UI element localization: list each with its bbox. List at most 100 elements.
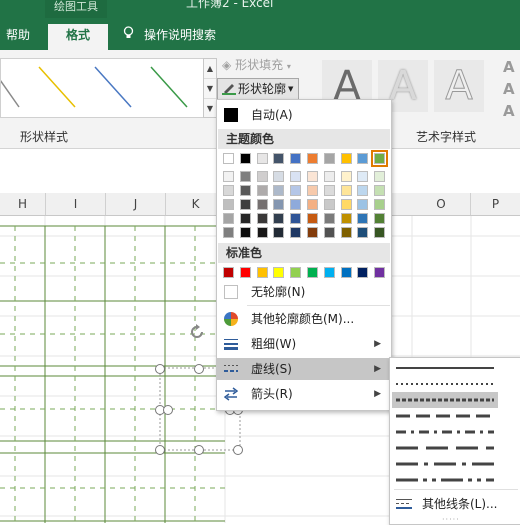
color-swatch[interactable] <box>323 171 335 182</box>
dash-option-long-dash-dot-dot[interactable] <box>392 472 498 488</box>
menu-item-automatic[interactable]: 自动(A) <box>217 104 391 126</box>
color-swatch[interactable] <box>357 267 369 278</box>
color-swatch[interactable] <box>340 199 352 210</box>
tab-help[interactable]: 帮助 <box>6 24 30 50</box>
text-effects-icon[interactable]: A <box>503 102 515 120</box>
color-swatch[interactable] <box>223 171 234 182</box>
menu-item-weight[interactable]: 粗细(W) ▶ <box>217 333 391 355</box>
color-swatch[interactable] <box>223 213 234 224</box>
gallery-up-icon[interactable]: ▲ <box>204 59 216 79</box>
color-swatch[interactable] <box>290 153 302 164</box>
menu-item-dashes[interactable]: 虚线(S) ▶ <box>217 358 391 380</box>
color-swatch[interactable] <box>307 213 318 224</box>
color-swatch[interactable] <box>323 199 335 210</box>
text-outline-icon[interactable]: A <box>503 80 515 98</box>
shape-style-gallery[interactable] <box>0 58 205 118</box>
color-swatch[interactable] <box>256 213 268 224</box>
color-swatch[interactable] <box>374 199 386 210</box>
color-swatch[interactable] <box>239 153 251 164</box>
color-swatch[interactable] <box>307 185 318 196</box>
color-swatch[interactable] <box>307 199 318 210</box>
color-swatch[interactable] <box>374 213 386 224</box>
color-swatch[interactable] <box>273 153 285 164</box>
dash-option-square-dot[interactable] <box>392 392 498 408</box>
rotate-handle-icon[interactable] <box>188 323 206 341</box>
color-swatch[interactable] <box>357 171 369 182</box>
color-swatch[interactable] <box>290 199 302 210</box>
color-swatch[interactable] <box>239 199 251 210</box>
color-swatch[interactable] <box>323 227 335 238</box>
color-swatch[interactable] <box>340 185 352 196</box>
dash-option-round-dot[interactable] <box>392 376 498 392</box>
gallery-scroll[interactable]: ▲ ▼ ▼ <box>203 58 217 118</box>
gallery-down-icon[interactable]: ▼ <box>204 79 216 99</box>
menu-item-more-lines[interactable]: 其他线条(L)... <box>390 493 520 515</box>
color-swatch[interactable] <box>340 213 352 224</box>
color-swatch[interactable] <box>223 185 234 196</box>
resize-handle[interactable] <box>194 364 204 374</box>
wordart-style-3[interactable]: A <box>434 60 484 112</box>
resize-handle[interactable] <box>155 445 165 455</box>
dash-option-dash[interactable] <box>392 408 498 424</box>
color-swatch[interactable] <box>357 185 369 196</box>
column-header[interactable]: I <box>46 193 106 215</box>
color-swatch[interactable] <box>374 267 386 278</box>
color-swatch[interactable] <box>307 153 318 164</box>
color-swatch[interactable] <box>223 153 234 164</box>
color-swatch[interactable] <box>323 185 335 196</box>
tell-me-search[interactable]: 操作说明搜索 <box>123 24 216 50</box>
column-header[interactable]: H <box>0 193 46 215</box>
color-swatch[interactable] <box>307 171 318 182</box>
color-swatch[interactable] <box>256 153 268 164</box>
menu-item-no-outline[interactable]: 无轮廓(N) <box>217 281 391 303</box>
color-swatch[interactable] <box>256 185 268 196</box>
color-swatch[interactable] <box>223 199 234 210</box>
color-swatch[interactable] <box>357 199 369 210</box>
column-header[interactable]: O <box>412 193 471 215</box>
color-swatch[interactable] <box>371 150 389 167</box>
color-swatch[interactable] <box>256 227 268 238</box>
color-swatch[interactable] <box>290 185 302 196</box>
color-swatch[interactable] <box>256 267 268 278</box>
color-swatch[interactable] <box>340 267 352 278</box>
color-swatch[interactable] <box>340 227 352 238</box>
dash-option-long-dash[interactable] <box>392 440 498 456</box>
color-swatch[interactable] <box>256 199 268 210</box>
color-swatch[interactable] <box>239 185 251 196</box>
dash-option-dash-dot[interactable] <box>392 424 498 440</box>
resize-handle[interactable] <box>233 445 243 455</box>
menu-item-more-colors[interactable]: 其他轮廓颜色(M)... <box>217 308 391 330</box>
dash-option-long-dash-dot[interactable] <box>392 456 498 472</box>
color-swatch[interactable] <box>374 227 386 238</box>
color-swatch[interactable] <box>290 213 302 224</box>
color-swatch[interactable] <box>223 267 234 278</box>
color-swatch[interactable] <box>374 185 386 196</box>
color-swatch[interactable] <box>273 199 285 210</box>
shape-fill-button[interactable]: ◈ 形状填充 ▾ <box>222 56 291 73</box>
text-fill-icon[interactable]: A <box>503 58 515 76</box>
resize-handle[interactable] <box>163 405 173 415</box>
column-header[interactable]: P <box>471 193 520 215</box>
color-swatch[interactable] <box>273 171 285 182</box>
color-swatch[interactable] <box>290 267 302 278</box>
color-swatch[interactable] <box>273 227 285 238</box>
color-swatch[interactable] <box>223 227 234 238</box>
color-swatch[interactable] <box>273 185 285 196</box>
color-swatch[interactable] <box>340 153 352 164</box>
color-swatch[interactable] <box>323 213 335 224</box>
resize-handle[interactable] <box>155 364 165 374</box>
color-swatch[interactable] <box>273 213 285 224</box>
shape-outline-button[interactable]: 形状轮廓 ▼ <box>217 78 299 100</box>
color-swatch[interactable] <box>357 213 369 224</box>
color-swatch[interactable] <box>239 213 251 224</box>
color-swatch[interactable] <box>239 227 251 238</box>
color-swatch[interactable] <box>239 171 251 182</box>
color-swatch[interactable] <box>357 227 369 238</box>
color-swatch[interactable] <box>323 267 335 278</box>
dash-option-solid[interactable] <box>392 360 498 376</box>
menu-item-arrows[interactable]: 箭头(R) ▶ <box>217 383 391 405</box>
color-swatch[interactable] <box>256 171 268 182</box>
color-swatch[interactable] <box>357 153 369 164</box>
color-swatch[interactable] <box>307 267 318 278</box>
color-swatch[interactable] <box>290 227 302 238</box>
